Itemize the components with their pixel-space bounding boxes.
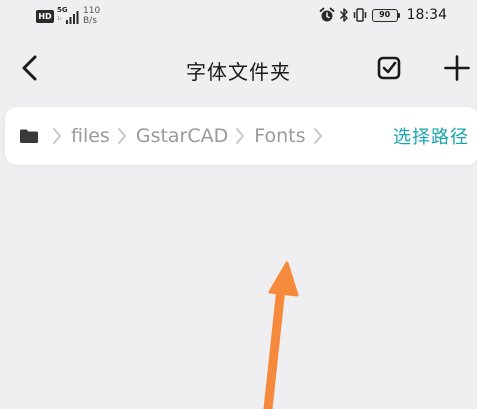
plus-icon — [444, 55, 470, 81]
add-button[interactable] — [440, 52, 474, 84]
battery-indicator: 90 — [371, 8, 400, 22]
battery-tip — [397, 12, 400, 18]
chevron-right-icon — [235, 127, 245, 145]
speed-unit: B/s — [83, 16, 97, 26]
breadcrumb-item-files[interactable]: files — [71, 125, 110, 147]
breadcrumb: files GstarCAD Fonts 选择路径 — [5, 107, 477, 165]
select-path-button[interactable]: 选择路径 — [393, 123, 469, 149]
breadcrumb-item-gstarcad[interactable]: GstarCAD — [136, 125, 228, 147]
page-title: 字体文件夹 — [186, 60, 291, 84]
folder-icon[interactable] — [19, 128, 39, 144]
battery-level: 90 — [371, 8, 398, 22]
speed-value: 110 — [83, 6, 101, 16]
network-speed: 110 B/s — [83, 6, 100, 26]
file-list-empty — [0, 170, 477, 409]
breadcrumb-trail: files GstarCAD Fonts — [19, 107, 332, 165]
status-time: 18:34 — [406, 7, 447, 23]
chevron-right-icon — [313, 127, 323, 145]
bluetooth-icon — [339, 8, 348, 22]
breadcrumb-item-fonts[interactable]: Fonts — [254, 125, 305, 147]
status-bar-left: HD 5G 1ı 110 B/s — [36, 6, 100, 28]
chevron-right-icon — [117, 127, 127, 145]
app-header: 字体文件夹 — [0, 34, 477, 102]
multi-select-button[interactable] — [373, 52, 405, 84]
status-bar: HD 5G 1ı 110 B/s 90 18:34 — [0, 0, 477, 34]
alarm-icon — [319, 7, 335, 22]
vibrate-icon — [353, 8, 366, 22]
chevron-right-icon — [52, 127, 62, 145]
status-bar-right: 90 18:34 — [319, 7, 447, 23]
checkbox-icon — [377, 56, 401, 80]
hd-badge: HD — [36, 10, 54, 23]
network-sub: 1ı — [57, 16, 62, 22]
signal-bars-icon — [66, 11, 79, 24]
cellular-signal: 5G 1ı — [57, 6, 81, 28]
